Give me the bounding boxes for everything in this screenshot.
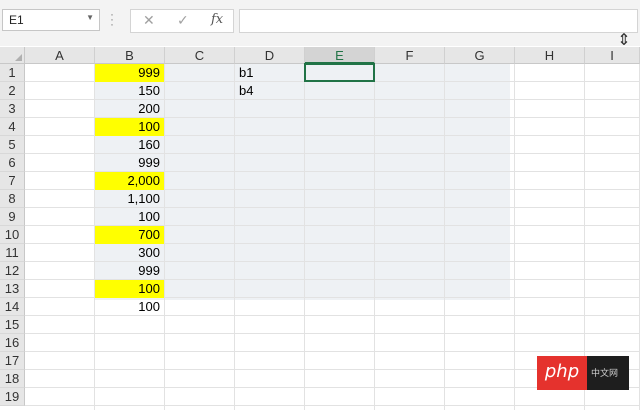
- column-header-f[interactable]: F: [375, 47, 445, 64]
- formula-bar: E1 ▼ · · · ✕ ✓ fx: [0, 0, 640, 46]
- cell-b2[interactable]: 150: [95, 82, 164, 100]
- cell-b13[interactable]: 100: [95, 280, 164, 298]
- grid-line: [164, 64, 165, 410]
- grid-line: [234, 64, 235, 410]
- enter-icon[interactable]: ✓: [177, 12, 189, 29]
- row-header-7[interactable]: 7: [0, 172, 25, 190]
- formula-input[interactable]: [239, 9, 638, 33]
- chevron-down-icon[interactable]: ▼: [86, 13, 94, 22]
- row-header-12[interactable]: 12: [0, 262, 25, 280]
- row-header-19[interactable]: 19: [0, 388, 25, 406]
- grid-line: [25, 351, 640, 352]
- column-header-g[interactable]: G: [445, 47, 515, 64]
- cell-b3[interactable]: 200: [95, 100, 164, 118]
- row-header-10[interactable]: 10: [0, 226, 25, 244]
- grid-line: [444, 64, 445, 410]
- grid-line: [25, 405, 640, 406]
- row-header-1[interactable]: 1: [0, 64, 25, 82]
- cell-b12[interactable]: 999: [95, 262, 164, 280]
- name-box-value: E1: [9, 13, 24, 27]
- watermark-dark: 中文网: [587, 356, 629, 390]
- column-headers: ABCDEFGHI: [25, 47, 640, 64]
- row-header-3[interactable]: 3: [0, 100, 25, 118]
- cell-b11[interactable]: 300: [95, 244, 164, 262]
- grid-line: [374, 64, 375, 410]
- select-all-icon: [15, 54, 22, 61]
- insert-function-icon[interactable]: fx: [211, 12, 223, 27]
- more-options-icon: · · ·: [110, 7, 114, 31]
- cell-d2[interactable]: b4: [235, 82, 305, 100]
- active-cell-outline: [304, 63, 375, 82]
- column-header-b[interactable]: B: [95, 47, 165, 64]
- column-header-a[interactable]: A: [25, 47, 95, 64]
- grid-line: [304, 64, 305, 410]
- cell-b7[interactable]: 2,000: [95, 172, 164, 190]
- row-header-15[interactable]: 15: [0, 316, 25, 334]
- formula-buttons: ✕ ✓ fx: [130, 9, 234, 33]
- cell-b5[interactable]: 160: [95, 136, 164, 154]
- select-all-button[interactable]: [0, 47, 25, 64]
- name-box[interactable]: E1 ▼: [2, 9, 100, 31]
- cell-b10[interactable]: 700: [95, 226, 164, 244]
- row-header-2[interactable]: 2: [0, 82, 25, 100]
- watermark-brand: php: [537, 356, 587, 390]
- row-header-14[interactable]: 14: [0, 298, 25, 316]
- cell-b4[interactable]: 100: [95, 118, 164, 136]
- row-header-8[interactable]: 8: [0, 190, 25, 208]
- column-header-c[interactable]: C: [165, 47, 235, 64]
- cell-b6[interactable]: 999: [95, 154, 164, 172]
- row-header-13[interactable]: 13: [0, 280, 25, 298]
- grid-line: [514, 64, 515, 410]
- row-header-9[interactable]: 9: [0, 208, 25, 226]
- row-header-11[interactable]: 11: [0, 244, 25, 262]
- cell-b8[interactable]: 1,100: [95, 190, 164, 208]
- column-header-d[interactable]: D: [235, 47, 305, 64]
- watermark-logo: php 中文网: [537, 356, 629, 390]
- column-header-e[interactable]: E: [305, 47, 375, 64]
- cell-d1[interactable]: b1: [235, 64, 305, 82]
- row-header-6[interactable]: 6: [0, 154, 25, 172]
- watermark-suffix: 中文网: [591, 368, 619, 378]
- grid-line: [25, 333, 640, 334]
- row-header-5[interactable]: 5: [0, 136, 25, 154]
- column-header-h[interactable]: H: [515, 47, 585, 64]
- cancel-icon[interactable]: ✕: [143, 12, 155, 29]
- column-header-i[interactable]: I: [585, 47, 640, 64]
- row-header-16[interactable]: 16: [0, 334, 25, 352]
- cell-b9[interactable]: 100: [95, 208, 164, 226]
- row-header-17[interactable]: 17: [0, 352, 25, 370]
- row-header-4[interactable]: 4: [0, 118, 25, 136]
- row-header-18[interactable]: 18: [0, 370, 25, 388]
- cell-b14[interactable]: 100: [95, 298, 164, 316]
- cell-b1[interactable]: 999: [95, 64, 164, 82]
